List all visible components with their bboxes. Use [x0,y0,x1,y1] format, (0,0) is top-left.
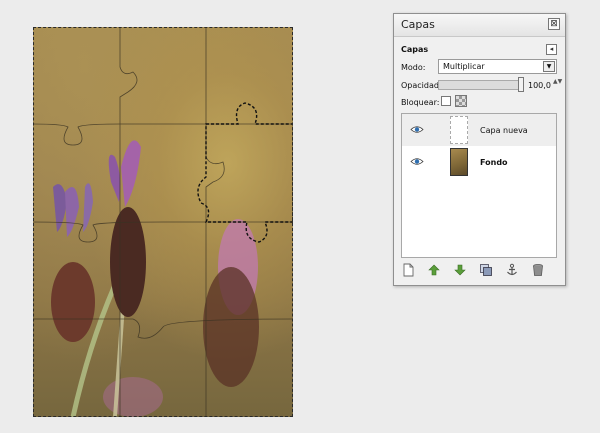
opacity-label: Opacidad: [401,81,442,90]
new-layer-icon[interactable] [401,263,415,277]
eye-icon[interactable] [410,157,424,166]
photo-image [33,27,293,417]
duplicate-layer-icon[interactable] [479,263,493,277]
anchor-layer-icon[interactable] [505,263,519,277]
layer-thumbnail [450,148,468,176]
opacity-slider-thumb[interactable] [518,77,524,92]
dropdown-arrow-icon[interactable]: ▼ [543,61,555,72]
layer-name[interactable]: Capa nueva [480,126,528,135]
layer-row[interactable]: Capa nueva [402,114,556,146]
raise-layer-icon[interactable] [427,263,441,277]
image-canvas[interactable] [33,27,293,417]
opacity-value[interactable]: 100,0 [528,81,551,90]
opacity-slider[interactable] [438,80,522,90]
layer-list: Capa nueva Fondo [401,113,557,258]
close-button[interactable]: ⊠ [548,18,560,30]
dialog-title: Capas [401,18,435,31]
tab-menu-button[interactable]: ◂ [546,44,557,55]
layer-row[interactable]: Fondo [402,146,556,178]
delete-layer-icon[interactable] [531,263,545,277]
opacity-slider-fill [439,81,521,89]
layers-dialog: Capas ⊠ Capas ◂ Modo: Multiplicar ▼ Opac… [393,13,566,286]
mode-select[interactable]: Multiplicar ▼ [438,59,557,74]
eye-icon[interactable] [410,125,424,134]
mode-label: Modo: [401,63,426,72]
opacity-spin-button[interactable]: ▲▼ [553,78,562,92]
lock-pixels-checkbox[interactable] [441,96,451,106]
layer-name[interactable]: Fondo [480,158,508,167]
mode-value: Multiplicar [443,62,485,71]
lower-layer-icon[interactable] [453,263,467,277]
lock-label: Bloquear: [401,98,440,107]
layer-toolbar [401,261,557,279]
lock-alpha-icon[interactable] [455,95,467,107]
tab-label: Capas [401,45,429,54]
dialog-titlebar[interactable]: Capas ⊠ [394,14,565,37]
layer-thumbnail [450,116,468,144]
